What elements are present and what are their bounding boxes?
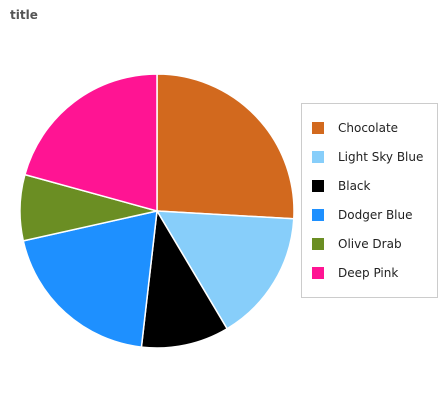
legend-swatch — [312, 266, 324, 279]
legend-swatch — [312, 237, 324, 250]
legend-item-dodger-blue: Dodger Blue — [302, 200, 437, 229]
pie-slice-chocolate — [156, 73, 295, 220]
legend-label: Dodger Blue — [338, 207, 413, 222]
legend-swatch — [312, 208, 324, 221]
legend-label: Light Sky Blue — [338, 149, 424, 164]
legend: Chocolate Light Sky Blue Black Dodger Bl… — [301, 103, 438, 298]
legend-item-chocolate: Chocolate — [302, 113, 437, 142]
legend-item-black: Black — [302, 171, 437, 200]
legend-label: Olive Drab — [338, 236, 402, 251]
legend-swatch — [312, 150, 324, 163]
legend-swatch — [312, 179, 324, 192]
legend-item-deep-pink: Deep Pink — [302, 258, 437, 287]
legend-item-olive-drab: Olive Drab — [302, 229, 437, 258]
legend-item-light-sky-blue: Light Sky Blue — [302, 142, 437, 171]
legend-swatch — [312, 121, 324, 134]
legend-label: Chocolate — [338, 120, 399, 135]
pie-slices — [19, 73, 295, 349]
legend-label: Black — [338, 178, 371, 193]
legend-label: Deep Pink — [338, 265, 399, 280]
